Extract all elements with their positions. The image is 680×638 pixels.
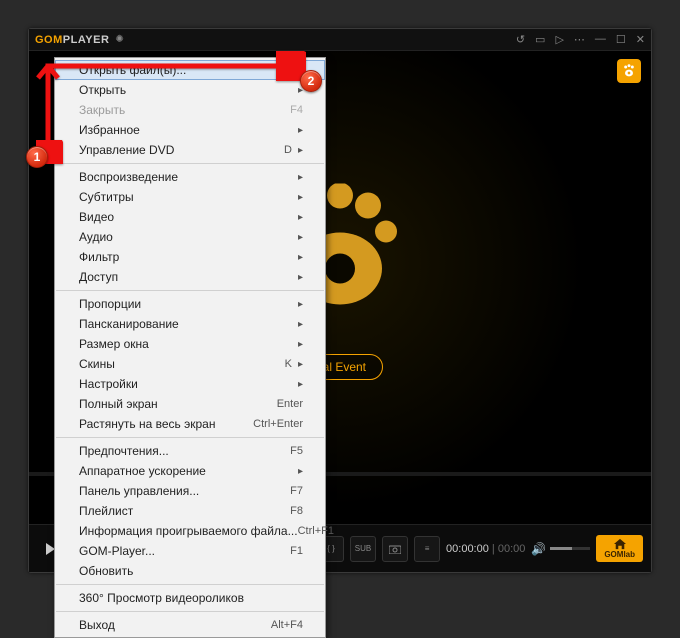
menu-item-shortcut: F7	[290, 485, 303, 497]
menu-item-shortcut: F5	[290, 445, 303, 457]
menu-item-label: Субтитры	[79, 190, 298, 204]
menu-item[interactable]: Настройки▸	[55, 374, 325, 394]
menu-item[interactable]: Пансканирование▸	[55, 314, 325, 334]
menu-item[interactable]: Размер окна▸	[55, 334, 325, 354]
menu-item[interactable]: Аудио▸	[55, 227, 325, 247]
menu-item[interactable]: СкиныK ▸	[55, 354, 325, 374]
menu-item[interactable]: Пропорции▸	[55, 294, 325, 314]
menu-item[interactable]: Информация проигрываемого файла...Ctrl+F…	[55, 521, 325, 541]
menu-item-shortcut: F1	[290, 545, 303, 557]
menu-item[interactable]: Доступ▸	[55, 267, 325, 287]
close-icon[interactable]: ✕	[636, 33, 645, 46]
menu-item-shortcut: Ctrl+F1	[298, 525, 334, 537]
menu-item-label: Информация проигрываемого файла...	[79, 524, 298, 538]
menu-item-shortcut: Alt+F4	[271, 619, 303, 631]
menu-item[interactable]: ВыходAlt+F4	[55, 615, 325, 635]
menu-item-label: Растянуть на весь экран	[79, 417, 253, 431]
chevron-right-icon: ▸	[298, 252, 303, 263]
annotation-badge-1: 1	[26, 146, 48, 168]
menu-separator	[56, 611, 324, 612]
menu-separator	[56, 584, 324, 585]
annotation-arrow	[36, 44, 316, 164]
menu-item[interactable]: Аппаратное ускорение▸	[55, 461, 325, 481]
chevron-right-icon: ▸	[298, 339, 303, 350]
chevron-right-icon: ▸	[298, 379, 303, 390]
screenshot-button[interactable]	[382, 536, 408, 562]
menu-item-label: Плейлист	[79, 504, 290, 518]
menu-item-label: Размер окна	[79, 337, 298, 351]
menu-item[interactable]: Субтитры▸	[55, 187, 325, 207]
chevron-right-icon: ▸	[298, 299, 303, 310]
maximize-icon[interactable]: ☐	[616, 33, 626, 46]
menu-item-label: 360° Просмотр видеороликов	[79, 591, 303, 605]
menu-item[interactable]: GOM-Player...F1	[55, 541, 325, 561]
chevron-right-icon: ▸	[298, 319, 303, 330]
sub-button[interactable]: SUB	[350, 536, 376, 562]
menu-item[interactable]: Видео▸	[55, 207, 325, 227]
menu-item[interactable]: Предпочтения...F5	[55, 441, 325, 461]
chevron-right-icon: ▸	[298, 232, 303, 243]
menu-item[interactable]: Фильтр▸	[55, 247, 325, 267]
time-display: 00:00:00 | 00:00	[446, 543, 525, 555]
menu-item[interactable]: ПлейлистF8	[55, 501, 325, 521]
chevron-right-icon: ▸	[298, 359, 303, 370]
time-current: 00:00:00	[446, 543, 489, 555]
menu-item-label: Воспроизведение	[79, 170, 298, 184]
volume-slider[interactable]	[550, 547, 590, 550]
ontop-icon[interactable]: ▷	[555, 33, 563, 46]
logo-badge[interactable]	[617, 59, 641, 83]
repeat-icon[interactable]: ↺	[516, 33, 525, 46]
menu-item-shortcut: Ctrl+Enter	[253, 418, 303, 430]
menu-item-label: Видео	[79, 210, 298, 224]
menu-item-label: GOM-Player...	[79, 544, 290, 558]
menu-separator	[56, 437, 324, 438]
menu-item[interactable]: 360° Просмотр видеороликов	[55, 588, 325, 608]
menu-item[interactable]: Воспроизведение▸	[55, 167, 325, 187]
time-duration: 00:00	[498, 543, 526, 555]
paw-icon	[621, 63, 637, 79]
menu-item-shortcut: Enter	[277, 398, 303, 410]
menu-item[interactable]: Полный экранEnter	[55, 394, 325, 414]
menu-item-label: Пансканирование	[79, 317, 298, 331]
annotation-badge-2: 2	[300, 70, 322, 92]
menu-item-label: Доступ	[79, 270, 298, 284]
menu-item-label: Пропорции	[79, 297, 298, 311]
chevron-right-icon: ▸	[298, 192, 303, 203]
menu-item-label: Обновить	[79, 564, 303, 578]
menu-item-shortcut: K	[285, 358, 292, 370]
menu-item-shortcut: F8	[290, 505, 303, 517]
window-controls: ↺ ▭ ▷ ⋯ — ☐ ✕	[516, 33, 645, 46]
menu-item-label: Фильтр	[79, 250, 298, 264]
pip-icon[interactable]: ▭	[535, 33, 545, 46]
menu-separator	[56, 290, 324, 291]
volume-control[interactable]: 🔊	[531, 542, 590, 556]
menu-item[interactable]: Растянуть на весь экранCtrl+Enter	[55, 414, 325, 434]
chevron-right-icon: ▸	[298, 212, 303, 223]
menu-item-label: Предпочтения...	[79, 444, 290, 458]
menu-item-label: Аппаратное ускорение	[79, 464, 298, 478]
minimize-icon[interactable]: —	[595, 33, 606, 46]
chevron-right-icon: ▸	[298, 272, 303, 283]
playlist-button[interactable]: ≡	[414, 536, 440, 562]
menu-item[interactable]: Панель управления...F7	[55, 481, 325, 501]
menu-item[interactable]: Обновить	[55, 561, 325, 581]
gomlab-button[interactable]: GOMlab	[596, 535, 643, 562]
chevron-right-icon: ▸	[298, 172, 303, 183]
menu-item-label: Настройки	[79, 377, 298, 391]
speaker-icon: 🔊	[531, 542, 546, 556]
menu-item-label: Панель управления...	[79, 484, 290, 498]
menu-item-label: Выход	[79, 618, 271, 632]
more-icon[interactable]: ⋯	[574, 33, 585, 46]
menu-item-label: Скины	[79, 357, 285, 371]
menu-item-label: Полный экран	[79, 397, 277, 411]
menu-item-label: Аудио	[79, 230, 298, 244]
home-icon	[613, 538, 627, 550]
chevron-right-icon: ▸	[298, 466, 303, 477]
